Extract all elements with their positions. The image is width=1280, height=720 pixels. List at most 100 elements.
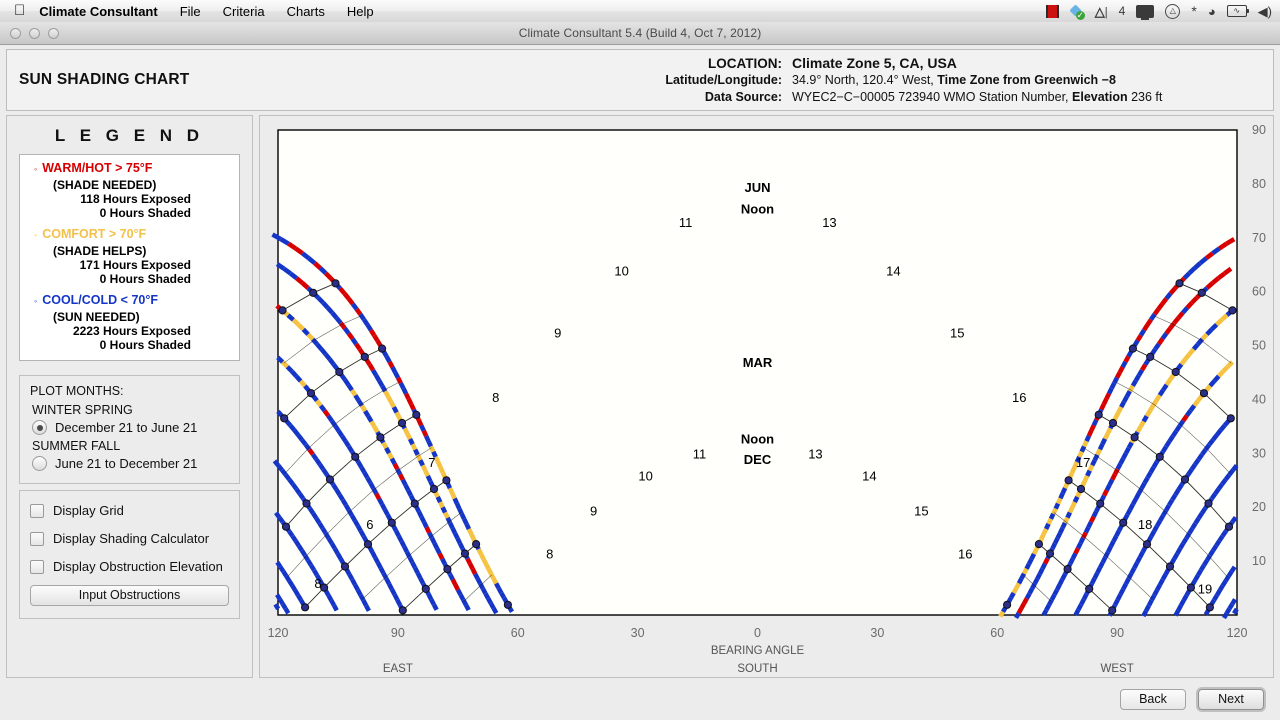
menu-item-file[interactable]: File [169,4,212,19]
sun-shading-chart[interactable]: 120 90 60 30 0 30 60 90 120 10 20 30 40 50 60 70 80 90 BEA… [259,115,1274,678]
svg-text:6: 6 [366,517,373,532]
display-options-panel: Display Grid Display Shading Calculator … [19,490,240,619]
svg-text:8: 8 [546,546,553,561]
legend-exposed-warm-hot: 118 Hours Exposed [80,192,191,206]
svg-text:120: 120 [1227,626,1248,640]
svg-text:18: 18 [1138,517,1152,532]
svg-text:90: 90 [391,626,405,640]
header-band: SUN SHADING CHART LOCATION: Climate Zone… [6,49,1274,111]
svg-text:EAST: EAST [383,663,413,675]
summer-fall-label: SUMMER FALL [32,439,121,453]
checkbox-display-shading-calculator-label: Display Shading Calculator [53,531,210,546]
checkbox-display-grid-label: Display Grid [53,503,124,518]
svg-text:30: 30 [1252,446,1266,460]
next-button[interactable]: Next [1198,688,1264,710]
menu-app-name[interactable]: Climate Consultant [39,4,168,19]
legend-spacer [28,286,231,293]
dropbox-icon[interactable] [1070,5,1085,20]
display-icon[interactable] [1136,4,1155,20]
legend-heading-warm-hot: ◦ WARM/HOT > 75°F [28,161,231,175]
sidebar: L E G E N D ◦ WARM/HOT > 75°F (SHADE NEE… [6,115,253,678]
footer-bar: Back Next [0,678,1280,720]
svg-text:13: 13 [822,215,836,230]
radio-winter-spring[interactable]: December 21 to June 21 [32,420,229,435]
radio-summer-fall-indicator[interactable] [32,456,47,471]
svg-text:10: 10 [614,264,628,279]
svg-text:70: 70 [1252,231,1266,245]
legend-sub-warm-hot: (SHADE NEEDED) [53,178,157,192]
radio-summer-fall[interactable]: June 21 to December 21 [32,456,229,471]
svg-text:40: 40 [1252,392,1266,406]
checkbox-display-shading-calculator[interactable]: Display Shading Calculator [30,531,229,546]
menu-item-criteria[interactable]: Criteria [212,4,276,19]
text-expander-icon[interactable]: △| [1095,5,1108,18]
menu-item-help[interactable]: Help [336,4,385,19]
svg-text:60: 60 [1252,285,1266,299]
svg-text:80: 80 [1252,177,1266,191]
svg-text:16: 16 [1012,390,1026,405]
legend-marker-cool-cold-icon: ◦ [34,296,38,306]
macos-menu-bar:  Climate Consultant File Criteria Chart… [0,0,1280,23]
svg-text:7: 7 [428,455,435,470]
volume-icon[interactable]: ◀) [1258,5,1272,18]
svg-text:11: 11 [693,447,707,462]
legend-exposed-comfort: 171 Hours Exposed [79,258,191,272]
svg-text:MAR: MAR [743,355,773,370]
legend-label-warm-hot: WARM/HOT > 75°F [42,161,153,175]
text-expander-count: 4 [1118,4,1126,18]
location-value: Climate Zone 5, CA, USA [792,55,957,71]
svg-text:30: 30 [631,626,645,640]
battery-icon[interactable]: ∿ [1226,5,1249,17]
legend-shaded-warm-hot: 0 Hours Shaded [99,206,191,220]
checkbox-display-obstruction-elevation[interactable]: Display Obstruction Elevation [30,559,229,574]
checkbox-display-obstruction-elevation-box[interactable] [30,559,44,574]
legend-shaded-comfort: 0 Hours Shaded [99,272,191,286]
menu-bar-tray: △| 4 △ * ◕ ∿ ◀) [1045,3,1280,20]
menu-item-charts[interactable]: Charts [276,4,336,19]
svg-text:60: 60 [990,626,1004,640]
legend-shaded-cool-cold: 0 Hours Shaded [99,338,191,352]
back-button[interactable]: Back [1120,688,1186,710]
latlon-coords: 34.9° North, 120.4° West, [792,73,938,87]
svg-text:9: 9 [590,503,597,518]
legend-sub-cool-cold: (SUN NEEDED) [53,310,140,324]
svg-text:14: 14 [886,264,900,279]
latlon-row: Latitude/Longitude: 34.9° North, 120.4° … [627,72,1273,89]
svg-text:Noon: Noon [741,202,774,217]
svg-text:14: 14 [862,468,876,483]
svg-text:120: 120 [268,626,289,640]
checkbox-display-grid[interactable]: Display Grid [30,503,229,518]
legend-label-comfort: COMFORT > 70°F [42,227,147,241]
airplay-icon[interactable]: △ [1165,3,1181,19]
bluetooth-icon[interactable]: * [1191,4,1196,18]
svg-text:10: 10 [638,468,652,483]
sun-chart-svg: 120 90 60 30 0 30 60 90 120 10 20 30 40 50 60 70 80 90 BEA… [268,123,1266,675]
svg-text:9: 9 [554,325,561,340]
window-body: L E G E N D ◦ WARM/HOT > 75°F (SHADE NEE… [0,111,1280,678]
datasource-station: WYEC2−C−00005 723940 WMO Station Number, [792,90,1073,104]
wifi-icon[interactable]: ◕ [1208,5,1216,18]
plot-months-label: PLOT MONTHS: [30,384,124,398]
svg-text:10: 10 [1252,554,1266,568]
input-obstructions-button[interactable]: Input Obstructions [30,585,229,606]
checkbox-display-grid-box[interactable] [30,503,44,518]
svg-text:Noon: Noon [741,432,774,447]
checkbox-display-shading-calculator-box[interactable] [30,531,44,546]
winter-spring-label: WINTER SPRING [32,403,133,417]
svg-text:8: 8 [314,576,321,591]
svg-text:90: 90 [1252,123,1266,137]
legend-entry-comfort: ◦ COMFORT > 70°F (SHADE HELPS) 171 Hours… [28,227,231,286]
svg-text:0: 0 [754,626,761,640]
film-strip-icon[interactable] [1045,4,1059,18]
radio-winter-spring-indicator[interactable] [32,420,47,435]
svg-text:15: 15 [914,503,928,518]
legend-entry-warm-hot: ◦ WARM/HOT > 75°F (SHADE NEEDED) 118 Hou… [28,161,231,220]
latlon-value: 34.9° North, 120.4° West, Time Zone from… [792,72,1116,89]
apple-logo-icon[interactable]:  [14,3,25,20]
legend-title: L E G E N D [54,126,205,145]
radio-summer-fall-label: June 21 to December 21 [55,456,198,471]
svg-text:19: 19 [1198,581,1212,596]
window-title-bar[interactable]: Climate Consultant 5.4 (Build 4, Oct 7, … [0,22,1280,45]
radio-winter-spring-label: December 21 to June 21 [55,420,198,435]
datasource-label: Data Source: [704,90,782,104]
